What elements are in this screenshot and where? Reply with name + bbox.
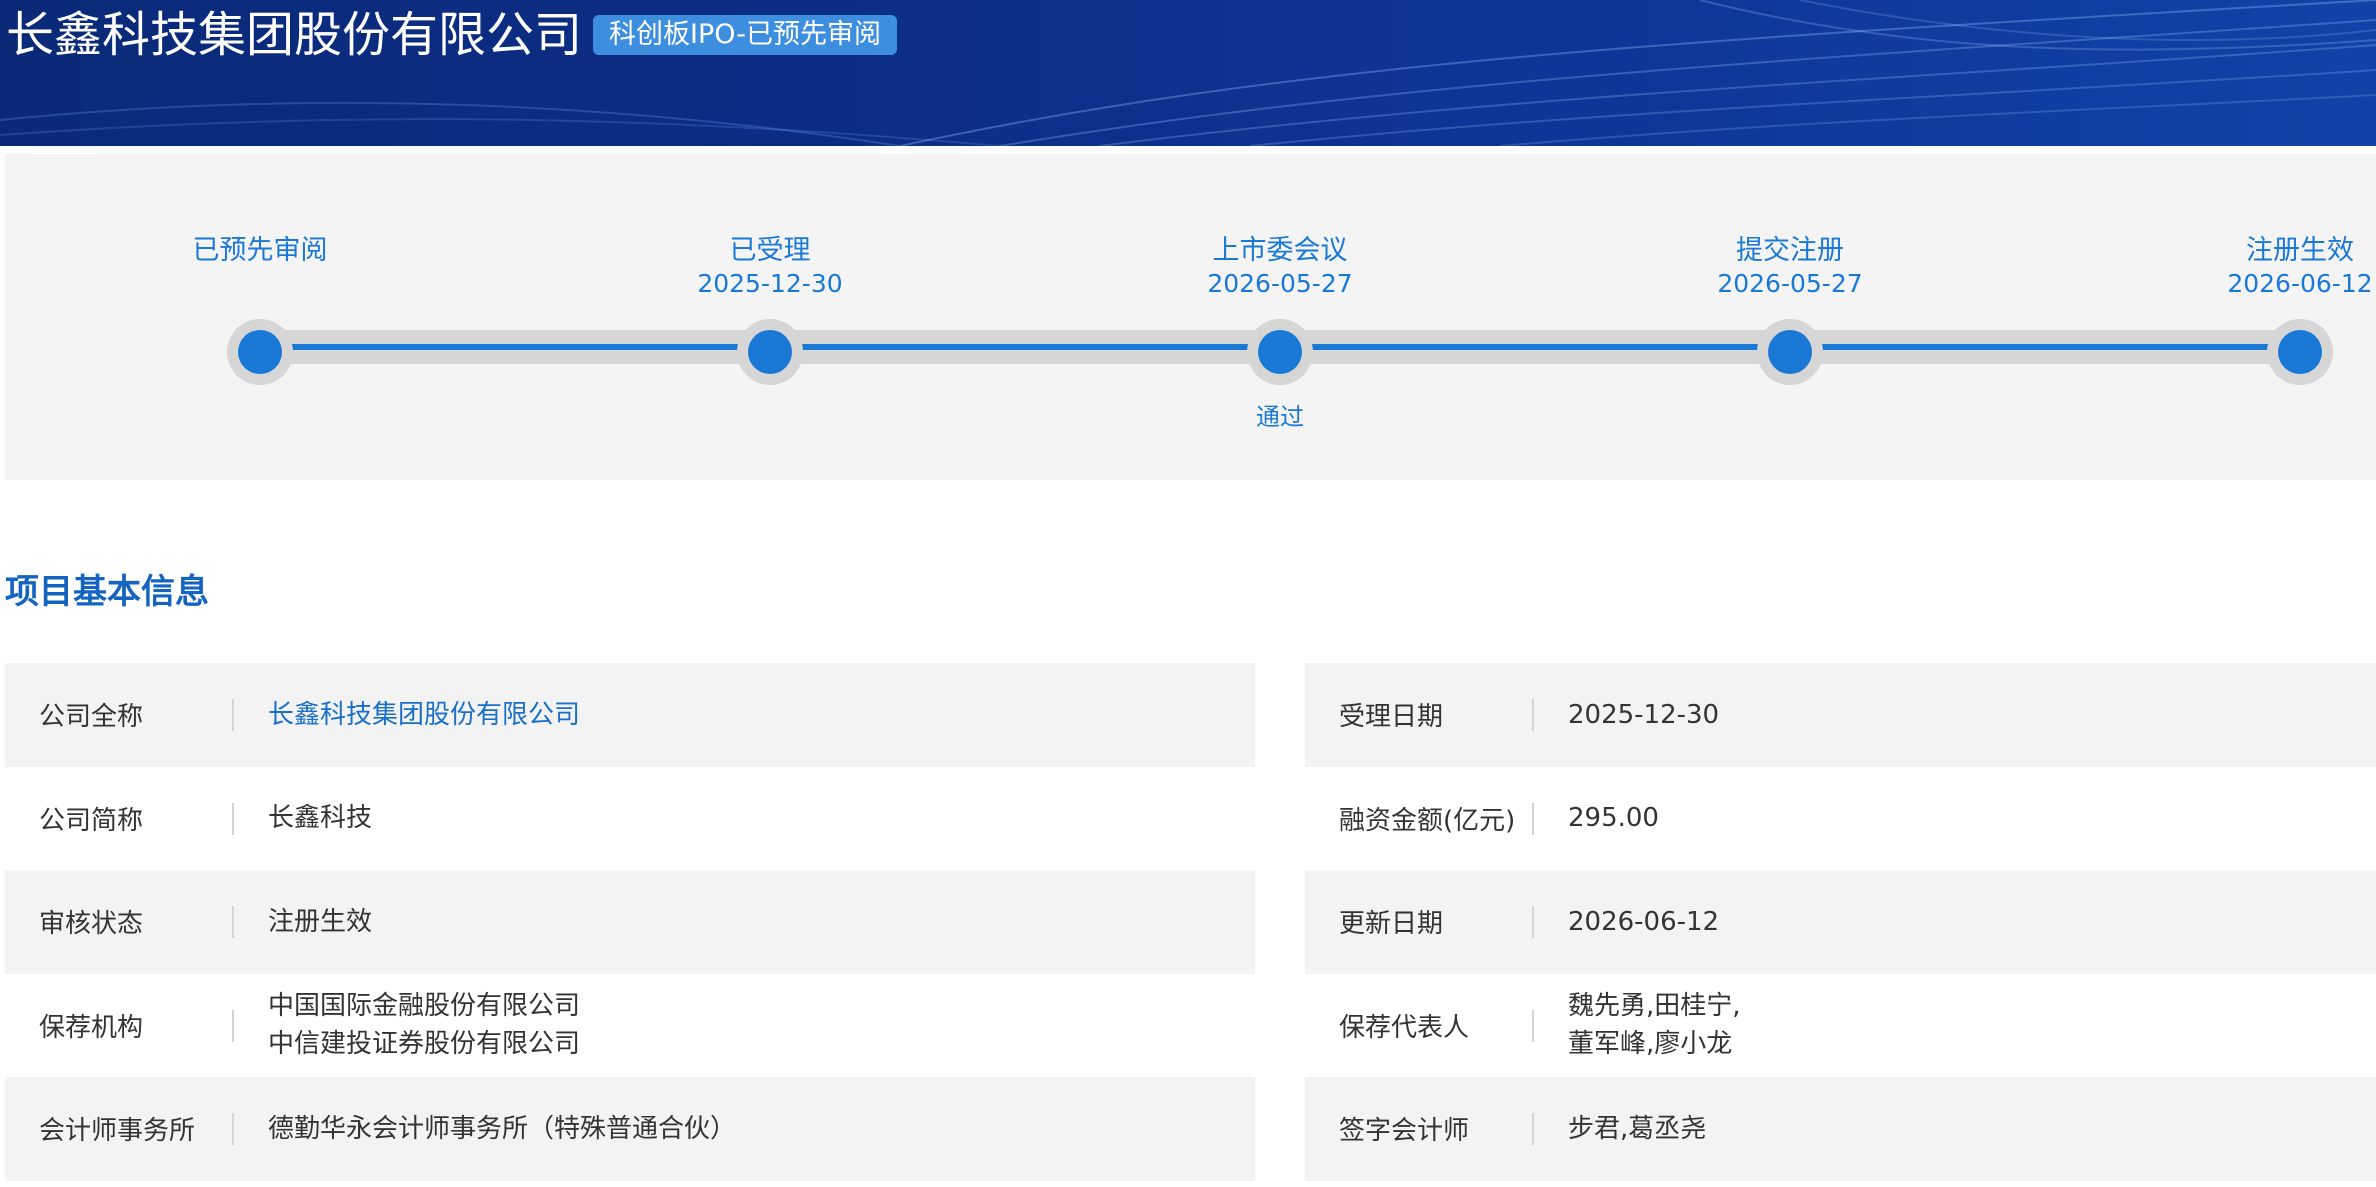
step-label: 提交注册 [1736, 235, 1844, 266]
step-label: 已受理 [729, 235, 811, 266]
step-node-pre-review [227, 319, 293, 385]
info-label: 保荐代表人 [1305, 974, 1534, 1078]
info-value: 德勤华永会计师事务所（特殊普通合伙） [268, 1113, 737, 1144]
info-value: 注册生效 [268, 906, 373, 937]
info-value: 295.00 [1568, 803, 1659, 834]
company-title: 长鑫科技集团股份有限公司 [6, 7, 583, 63]
info-label: 签字会计师 [1305, 1077, 1534, 1181]
info-row-signing-accountants: 签字会计师 步君,葛丞尧 [1305, 1077, 2376, 1181]
info-row-accounting-firm: 会计师事务所 德勤华永会计师事务所（特殊普通合伙） [5, 1077, 1255, 1181]
info-label: 受理日期 [1305, 663, 1534, 767]
info-label: 审核状态 [5, 870, 234, 974]
info-value: 2025-12-30 [1568, 699, 1720, 730]
step-node-submit-registration [1757, 319, 1823, 385]
info-label: 融资金额(亿元) [1305, 767, 1534, 871]
info-value: 魏先勇,田桂宁, 董军峰,廖小龙 [1568, 991, 1741, 1060]
info-value: 中国国际金融股份有限公司 中信建投证券股份有限公司 [268, 991, 581, 1060]
info-label: 会计师事务所 [5, 1077, 234, 1181]
info-label: 保荐机构 [5, 974, 234, 1078]
info-column-left: 公司全称 长鑫科技集团股份有限公司 公司简称 长鑫科技 审核状态 注册生效 保荐… [5, 663, 1255, 1181]
company-full-name-link[interactable]: 长鑫科技集团股份有限公司 [234, 696, 580, 734]
step-date: 2025-12-30 [697, 269, 843, 298]
info-row-financing-amount: 融资金额(亿元) 295.00 [1305, 767, 2376, 871]
info-label: 公司简称 [5, 767, 234, 871]
step-date: 2026-05-27 [1207, 269, 1353, 298]
step-date: 2026-05-27 [1717, 269, 1863, 298]
info-row-update-date: 更新日期 2026-06-12 [1305, 870, 2376, 974]
info-row-sponsor: 保荐机构 中国国际金融股份有限公司 中信建投证券股份有限公司 [5, 974, 1255, 1078]
section-title: 项目基本信息 [5, 572, 209, 612]
info-value: 长鑫科技 [268, 803, 373, 834]
step-node-listing-committee [1247, 319, 1313, 385]
step-registration-effective: 注册生效 2026-06-12 [2150, 234, 2376, 300]
info-row-accept-date: 受理日期 2025-12-30 [1305, 663, 2376, 767]
info-value: 2026-06-12 [1568, 906, 1720, 937]
step-listing-committee: 上市委会议 2026-05-27 [1130, 234, 1430, 300]
step-note-passed: 通过 [1256, 403, 1304, 431]
info-row-review-status: 审核状态 注册生效 [5, 870, 1255, 974]
info-row-sponsor-representatives: 保荐代表人 魏先勇,田桂宁, 董军峰,廖小龙 [1305, 974, 2376, 1078]
step-label: 上市委会议 [1212, 235, 1348, 266]
step-date: 2026-06-12 [2227, 269, 2373, 298]
info-row-short-name: 公司简称 长鑫科技 [5, 767, 1255, 871]
step-accepted: 已受理 2025-12-30 [620, 234, 920, 300]
step-submit-registration: 提交注册 2026-05-27 [1640, 234, 1940, 300]
review-progress-panel: 已预先审阅 已受理 2025-12-30 上市委会议 2026-05-27 通过… [5, 154, 2376, 480]
step-node-registration-effective [2267, 319, 2333, 385]
info-column-right: 受理日期 2025-12-30 融资金额(亿元) 295.00 更新日期 202… [1305, 663, 2376, 1181]
info-value: 步君,葛丞尧 [1568, 1113, 1707, 1144]
header-banner: 长鑫科技集团股份有限公司 科创板IPO-已预先审阅 [0, 0, 2376, 146]
info-label: 更新日期 [1305, 870, 1534, 974]
step-node-accepted [737, 319, 803, 385]
info-label: 公司全称 [5, 663, 234, 767]
info-row-full-name: 公司全称 长鑫科技集团股份有限公司 [5, 663, 1255, 767]
step-pre-review: 已预先审阅 [110, 234, 410, 268]
step-label: 已预先审阅 [192, 235, 328, 266]
board-status-badge: 科创板IPO-已预先审阅 [593, 15, 897, 55]
step-label: 注册生效 [2246, 235, 2354, 266]
